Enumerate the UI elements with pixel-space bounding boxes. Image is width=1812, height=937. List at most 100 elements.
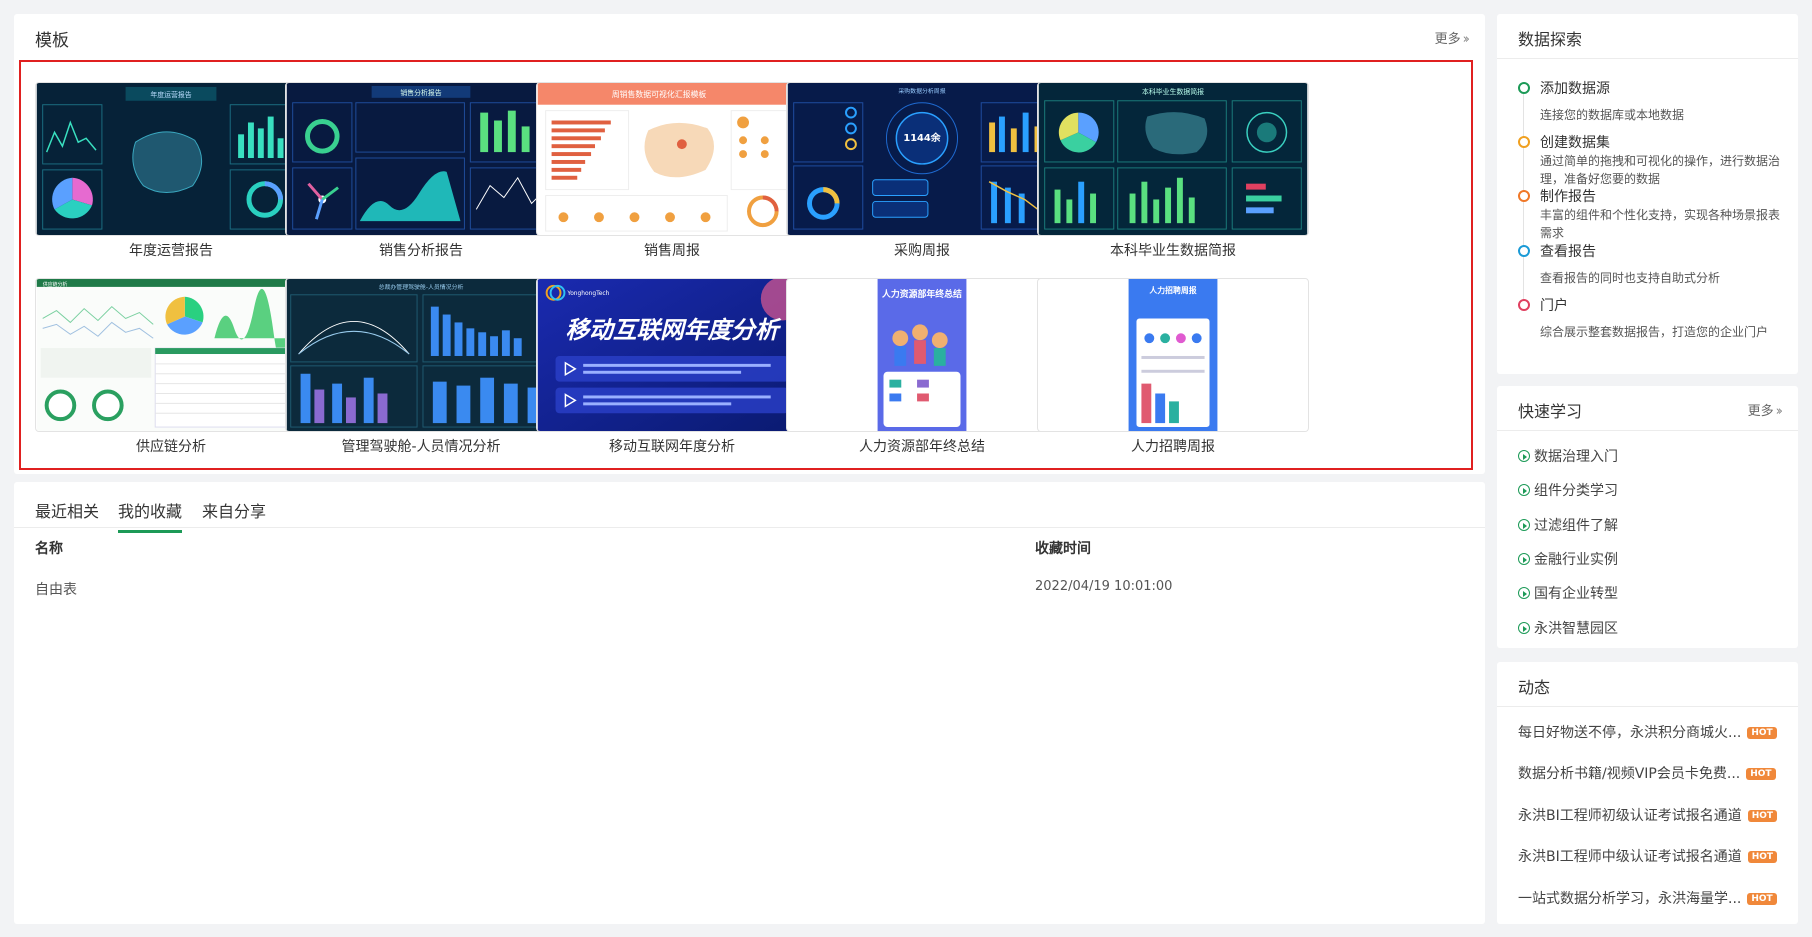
template-label: 人力资源部年终总结 bbox=[859, 439, 985, 455]
templates-more-link[interactable]: 更多 ›› bbox=[1434, 28, 1471, 47]
step-title[interactable]: 添加数据源 bbox=[1540, 78, 1610, 98]
step-title[interactable]: 门户 bbox=[1540, 295, 1568, 315]
template-label: 采购周报 bbox=[894, 243, 950, 259]
hot-badge: HOT bbox=[1747, 810, 1778, 822]
play-circle-icon bbox=[1518, 553, 1530, 565]
thumb-title: 采购数据分析周报 bbox=[898, 87, 945, 95]
learn-title: 快速学习 bbox=[1518, 402, 1583, 421]
template-thumbnail: 销售分析报告 bbox=[286, 83, 556, 235]
divider bbox=[1497, 706, 1798, 707]
play-circle-icon bbox=[1518, 484, 1530, 496]
play-circle-icon bbox=[1518, 622, 1530, 634]
learn-more-label: 更多 bbox=[1747, 404, 1774, 419]
hot-badge: HOT bbox=[1746, 768, 1776, 780]
template-thumbnail: 人力资源部年终总结 bbox=[787, 279, 1057, 431]
quick-learn-panel: 快速学习 更多 ›› 数据治理入门 组件分类学习 过滤组件了解 金融行业实例 国有… bbox=[1497, 386, 1798, 648]
template-card-recruit-weekly[interactable]: 人力招聘周报 bbox=[1037, 278, 1309, 432]
learn-item-label: 过滤组件了解 bbox=[1534, 518, 1618, 534]
template-thumbnail: 人力招聘周报 bbox=[1038, 279, 1308, 431]
news-item-label: 永洪BI工程师初级认证考试报名通道 bbox=[1518, 808, 1742, 824]
template-card-hr-annual[interactable]: 人力资源部年终总结 bbox=[786, 278, 1058, 432]
step-desc: 综合展示整套数据报告，打造您的企业门户 bbox=[1540, 325, 1769, 339]
learn-item[interactable]: 组件分类学习 bbox=[1518, 480, 1618, 500]
play-circle-icon bbox=[1518, 450, 1530, 462]
learn-item[interactable]: 国有企业转型 bbox=[1518, 583, 1618, 603]
learn-more-link[interactable]: 更多 ›› bbox=[1747, 400, 1784, 419]
step-desc: 丰富的组件和个性化支持，实现各种场景报表需求 bbox=[1540, 208, 1781, 240]
news-item[interactable]: 数据分析书籍/视频VIP会员卡免费... HOT bbox=[1518, 763, 1776, 783]
learn-item[interactable]: 过滤组件了解 bbox=[1518, 515, 1618, 535]
news-panel: 动态 每日好物送不停，永洪积分商城火... HOT 数据分析书籍/视频VIP会员卡… bbox=[1497, 662, 1798, 924]
play-circle-icon bbox=[1518, 519, 1530, 531]
template-thumbnail: 供应链分析 bbox=[36, 279, 306, 431]
news-item[interactable]: 永洪BI工程师中级认证考试报名通道 HOT bbox=[1518, 846, 1778, 866]
step-dot-icon bbox=[1518, 82, 1530, 94]
template-card-mgmt-cockpit[interactable]: 总裁办管理驾驶舱-人员情况分析 bbox=[285, 278, 557, 432]
news-item[interactable]: 每日好物送不停，永洪积分商城火... HOT bbox=[1518, 722, 1777, 742]
step-dot-icon bbox=[1518, 136, 1530, 148]
learn-item[interactable]: 永洪智慧园区 bbox=[1518, 618, 1618, 638]
learn-item-label: 永洪智慧园区 bbox=[1534, 621, 1618, 637]
template-label: 人力招聘周报 bbox=[1131, 439, 1215, 455]
thumb-title: 年度运营报告 bbox=[150, 90, 191, 99]
template-label: 本科毕业生数据简报 bbox=[1110, 243, 1236, 259]
template-thumbnail: 总裁办管理驾驶舱-人员情况分析 bbox=[286, 279, 556, 431]
tabs-divider bbox=[14, 527, 1485, 528]
news-item-label: 每日好物送不停，永洪积分商城火... bbox=[1518, 725, 1742, 741]
template-card-mobile-internet[interactable]: YonghongTech 移动互联网年度分析 bbox=[536, 278, 808, 432]
learn-item-label: 金融行业实例 bbox=[1534, 552, 1618, 568]
thumb-title: 销售分析报告 bbox=[400, 88, 441, 97]
double-chevron-right-icon: ›› bbox=[1462, 32, 1471, 47]
thumb-title: 移动互联网年度分析 bbox=[565, 316, 781, 344]
step-title[interactable]: 创建数据集 bbox=[1540, 132, 1610, 152]
hot-badge: HOT bbox=[1747, 893, 1777, 905]
template-thumbnail: 周销售数据可视化汇报模板 bbox=[537, 83, 807, 235]
divider bbox=[1497, 430, 1798, 431]
thumb-title: 人力资源部年终总结 bbox=[882, 288, 962, 300]
step-title[interactable]: 制作报告 bbox=[1540, 186, 1596, 206]
thumb-title: 人力招聘周报 bbox=[1149, 285, 1196, 295]
play-circle-icon bbox=[1518, 587, 1530, 599]
templates-title: 模板 bbox=[35, 31, 69, 51]
double-chevron-right-icon: ›› bbox=[1775, 404, 1784, 419]
template-card-supply-chain[interactable]: 供应链分析 bbox=[35, 278, 307, 432]
template-card-sales-weekly[interactable]: 周销售数据可视化汇报模板 bbox=[536, 82, 808, 236]
tab-recent[interactable]: 最近相关 bbox=[35, 498, 99, 530]
template-card-purchase-weekly[interactable]: 采购数据分析周报 1144余 bbox=[786, 82, 1058, 236]
thumb-title: 总裁办管理驾驶舱-人员情况分析 bbox=[379, 283, 464, 291]
divider bbox=[1497, 58, 1798, 59]
favorites-panel: 最近相关 我的收藏 来自分享 名称 收藏时间 自由表 2022/04/19 10… bbox=[14, 482, 1485, 924]
learn-item-label: 国有企业转型 bbox=[1534, 586, 1618, 602]
template-card-annual-ops[interactable]: 年度运营报告 bbox=[35, 82, 307, 236]
explore-title: 数据探索 bbox=[1518, 30, 1583, 49]
template-thumbnail: 采购数据分析周报 1144余 bbox=[787, 83, 1057, 235]
hot-badge: HOT bbox=[1747, 851, 1778, 863]
template-label: 供应链分析 bbox=[136, 439, 206, 455]
learn-item[interactable]: 金融行业实例 bbox=[1518, 549, 1618, 569]
templates-panel: 模板 更多 ›› 年度运营报告 年度运营报告 销售分析报告 销售分析报告 周销售… bbox=[14, 14, 1485, 474]
template-card-sales-analysis[interactable]: 销售分析报告 bbox=[285, 82, 557, 236]
step-title[interactable]: 查看报告 bbox=[1540, 241, 1596, 261]
explore-panel: 数据探索 添加数据源 连接您的数据库或本地数据 创建数据集 通过简单的拖拽和可视… bbox=[1497, 14, 1798, 374]
step-desc: 通过简单的拖拽和可视化的操作，进行数据治理，准备好您要的数据 bbox=[1540, 154, 1781, 186]
column-header-name: 名称 bbox=[35, 541, 63, 557]
learn-item[interactable]: 数据治理入门 bbox=[1518, 446, 1618, 466]
news-item[interactable]: 一站式数据分析学习，永洪海量学... HOT bbox=[1518, 888, 1777, 908]
news-item[interactable]: 永洪BI工程师初级认证考试报名通道 HOT bbox=[1518, 805, 1778, 825]
tab-shared[interactable]: 来自分享 bbox=[202, 498, 266, 530]
template-card-graduates[interactable]: 本科毕业生数据简报 bbox=[1037, 82, 1309, 236]
column-header-time: 收藏时间 bbox=[1035, 541, 1091, 557]
step-desc: 查看报告的同时也支持自助式分析 bbox=[1540, 271, 1721, 285]
step-dot-icon bbox=[1518, 299, 1530, 311]
news-title: 动态 bbox=[1518, 678, 1551, 697]
template-label: 销售分析报告 bbox=[379, 243, 463, 259]
learn-item-label: 组件分类学习 bbox=[1534, 483, 1618, 499]
thumb-title: 周销售数据可视化汇报模板 bbox=[612, 89, 707, 99]
table-row-time: 2022/04/19 10:01:00 bbox=[1035, 579, 1173, 594]
news-item-label: 数据分析书籍/视频VIP会员卡免费... bbox=[1518, 766, 1741, 782]
learn-item-label: 数据治理入门 bbox=[1534, 449, 1618, 465]
table-row-name[interactable]: 自由表 bbox=[35, 579, 77, 599]
templates-more-label: 更多 bbox=[1434, 32, 1461, 47]
thumb-title: 本科毕业生数据简报 bbox=[1142, 87, 1204, 96]
step-dot-icon bbox=[1518, 190, 1530, 202]
